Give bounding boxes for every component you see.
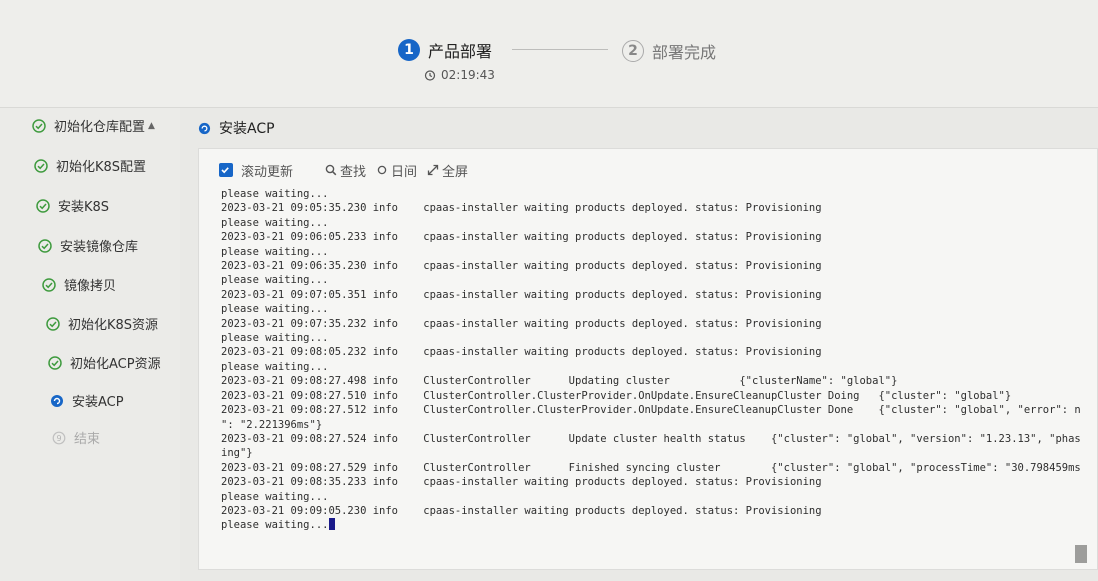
fullscreen-button[interactable]: 全屏	[427, 161, 468, 180]
auto-scroll-toggle[interactable]: 滚动更新	[219, 161, 293, 180]
check-circle-icon	[42, 277, 56, 292]
log-line: 2023-03-21 09:08:35.233 info cpaas-insta…	[221, 476, 822, 489]
log-panel: 滚动更新 查找 日间 全屏 please waiting... 2023-03-2…	[198, 148, 1098, 570]
check-circle-icon	[38, 238, 52, 253]
log-line: 2023-03-21 09:09:05.230 info cpaas-insta…	[221, 504, 822, 517]
loading-icon	[51, 394, 63, 407]
sidebar-item-init-k8s-config[interactable]: 初始化K8S配置	[34, 156, 146, 175]
log-line: 2023-03-21 09:06:35.230 info cpaas-insta…	[221, 260, 822, 273]
step-label-1: 产品部署	[428, 42, 493, 61]
find-button[interactable]: 查找	[325, 161, 366, 180]
log-scrollbar[interactable]	[1075, 545, 1087, 563]
theme-toggle-button[interactable]: 日间	[376, 161, 417, 180]
log-toolbar: 滚动更新 查找 日间 全屏	[219, 159, 478, 181]
expand-icon	[427, 164, 439, 176]
log-line: please waiting...	[221, 188, 329, 200]
log-output: please waiting... 2023-03-21 09:05:35.230…	[221, 187, 1081, 557]
fullscreen-label: 全屏	[442, 164, 469, 180]
sidebar-item-install-image-registry[interactable]: 安装镜像仓库	[38, 236, 138, 255]
log-line: 2023-03-21 09:08:27.524 info ClusterCont…	[221, 432, 1081, 445]
sidebar-item-label: 结束	[74, 432, 101, 447]
check-circle-icon	[34, 158, 48, 173]
step-number-1: 1	[398, 39, 420, 61]
sidebar-item-label: 安装镜像仓库	[60, 240, 139, 255]
step-connector	[512, 49, 608, 50]
elapsed-time-value: 02:19:43	[441, 68, 495, 82]
log-line: 2023-03-21 09:08:27.510 info ClusterCont…	[221, 389, 1012, 402]
check-circle-icon	[46, 316, 60, 331]
sidebar-item-init-repo-config[interactable]: 初始化仓库配置 ▲	[32, 116, 155, 135]
deploy-stepper: 1 产品部署 2 部署完成 02:19:43	[0, 0, 1098, 108]
check-circle-icon	[32, 118, 46, 133]
text-cursor	[329, 518, 336, 531]
sidebar-item-label: 初始化ACP资源	[70, 357, 161, 372]
log-line: please waiting...	[221, 490, 329, 503]
log-line: ing"}	[221, 447, 253, 460]
caret-up-icon: ▲	[148, 120, 155, 131]
log-line: 2023-03-21 09:07:05.351 info cpaas-insta…	[221, 288, 822, 301]
log-line: 2023-03-21 09:07:35.232 info cpaas-insta…	[221, 317, 822, 330]
svg-text:9: 9	[56, 434, 61, 443]
log-line: 2023-03-21 09:08:27.498 info ClusterCont…	[221, 375, 898, 388]
log-line: 2023-03-21 09:08:27.529 info ClusterCont…	[221, 461, 1081, 474]
step-product-deploy: 1 产品部署	[398, 38, 492, 62]
log-line: please waiting...	[221, 303, 329, 316]
check-circle-icon	[36, 198, 50, 213]
section-title: 安装ACP	[198, 118, 275, 138]
sidebar-item-label: 安装ACP	[72, 395, 124, 410]
step-label-2: 部署完成	[652, 43, 717, 62]
sidebar-item-image-copy[interactable]: 镜像拷贝	[42, 275, 116, 294]
elapsed-timer: 02:19:43	[424, 68, 495, 82]
auto-scroll-label: 滚动更新	[241, 164, 294, 180]
loading-icon	[198, 122, 211, 134]
log-line: please waiting...	[221, 216, 329, 229]
log-line: please waiting...	[221, 245, 329, 258]
sidebar-item-init-k8s-resources[interactable]: 初始化K8S资源	[46, 314, 158, 333]
sidebar-item-finish[interactable]: 9 结束	[52, 428, 100, 447]
log-line: 2023-03-21 09:08:05.232 info cpaas-insta…	[221, 346, 822, 359]
sidebar-item-label: 安装K8S	[58, 200, 110, 215]
log-line: ": "2.221396ms"}	[221, 418, 323, 431]
section-title-text: 安装ACP	[219, 121, 275, 137]
log-line: please waiting...	[221, 274, 329, 287]
log-line: 2023-03-21 09:06:05.233 info cpaas-insta…	[221, 231, 822, 244]
log-line: please waiting...	[221, 360, 329, 373]
log-line: 2023-03-21 09:08:27.512 info ClusterCont…	[221, 404, 1081, 417]
sidebar-item-label: 初始化K8S配置	[56, 160, 147, 175]
checkmark-icon	[220, 167, 229, 174]
log-line: please waiting...	[221, 332, 329, 345]
sidebar-item-install-k8s[interactable]: 安装K8S	[36, 196, 109, 215]
theme-toggle-label: 日间	[391, 164, 418, 180]
sidebar-item-init-acp-resources[interactable]: 初始化ACP资源	[48, 353, 161, 372]
step-number-icon: 9	[52, 431, 66, 444]
check-circle-icon	[48, 355, 62, 370]
sidebar-item-label: 初始化仓库配置	[54, 120, 146, 135]
step-deploy-complete: 2 部署完成	[622, 39, 716, 63]
step-number-2: 2	[622, 40, 644, 62]
search-icon	[325, 164, 337, 176]
sidebar-item-install-acp[interactable]: 安装ACP	[50, 391, 124, 410]
log-line: 2023-03-21 09:05:35.230 info cpaas-insta…	[221, 202, 822, 215]
install-steps-sidebar: 初始化仓库配置 ▲ 初始化K8S配置 安装K8S 安装镜像仓库 镜像拷贝 初始化…	[0, 108, 180, 581]
auto-scroll-checkbox[interactable]	[219, 163, 233, 177]
timer-icon	[424, 70, 436, 81]
sun-icon	[377, 165, 387, 175]
log-line: please waiting...	[221, 518, 1081, 532]
sidebar-item-label: 镜像拷贝	[64, 279, 117, 294]
sidebar-item-label: 初始化K8S资源	[68, 318, 159, 333]
find-label: 查找	[340, 164, 367, 180]
